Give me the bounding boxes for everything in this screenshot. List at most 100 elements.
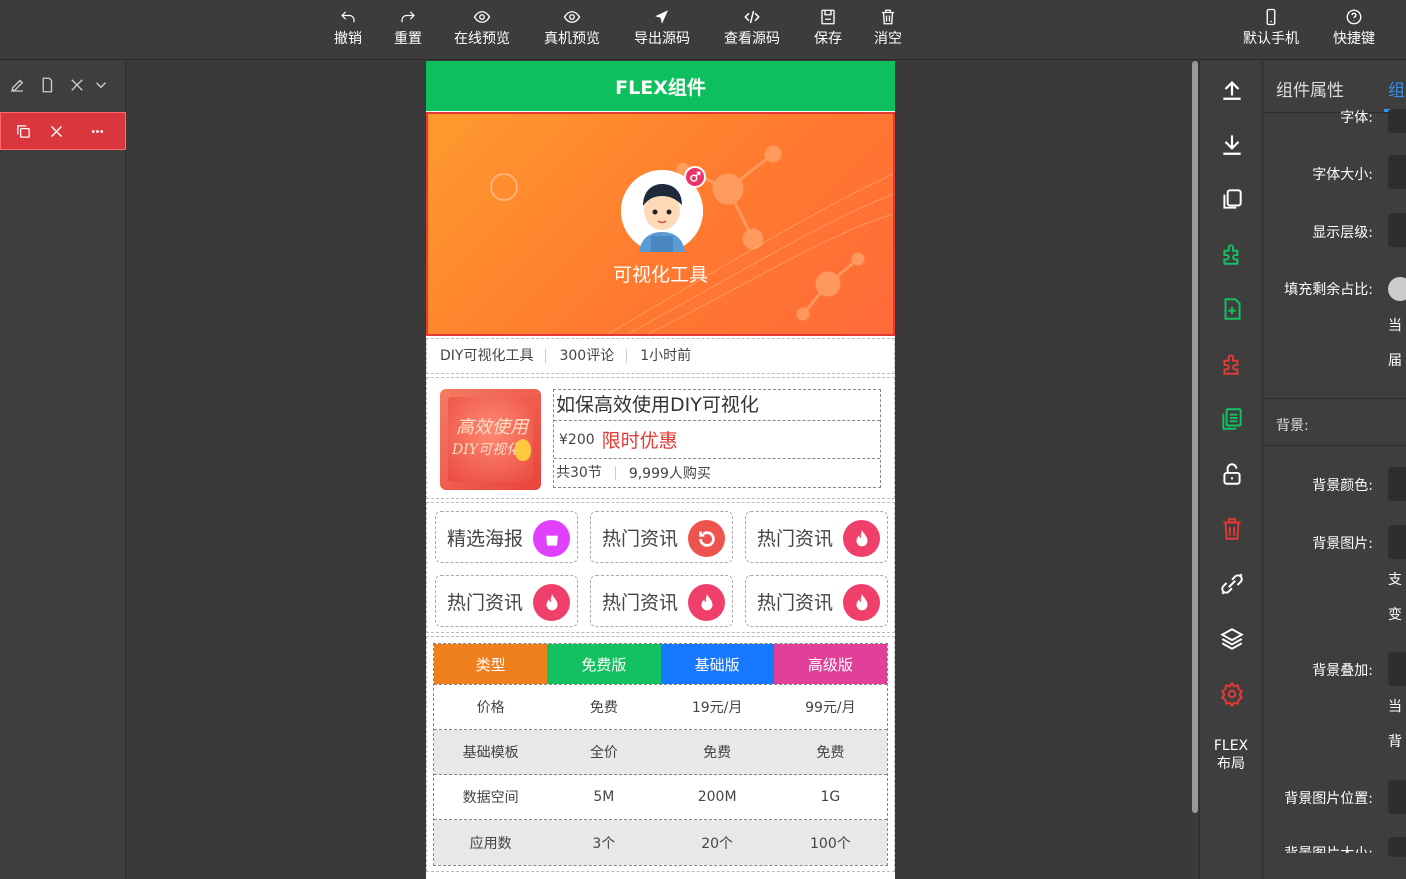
close-icon[interactable] (68, 76, 86, 94)
chevron-down-icon[interactable] (92, 76, 110, 94)
plugin-add-icon[interactable] (1219, 241, 1245, 267)
bg-position-input[interactable] (1388, 780, 1406, 814)
flex-layout-button[interactable]: FLEX 布局 (1200, 737, 1262, 773)
course-price-row: ¥200 限时优惠 (554, 421, 880, 459)
link-icon[interactable] (1219, 571, 1245, 597)
phone-icon (1266, 8, 1276, 26)
grid-item[interactable]: 热门资讯 (590, 575, 733, 627)
course-stats: 共30节 9,999人购买 (554, 459, 880, 487)
page-icon[interactable] (38, 76, 56, 94)
pricing-cell: 20个 (701, 835, 734, 852)
save-button[interactable]: 保存 (814, 8, 842, 52)
online-preview-button[interactable]: 在线预览 (454, 8, 510, 52)
grid-item-label: 热门资讯 (602, 527, 679, 550)
settings-icon[interactable] (1219, 681, 1245, 708)
pricing-section: 类型 免费版 基础版 高级版 价格 免费 19元/月 99元/月 基础模板 全价 免费 免费 数据空间 5… (426, 636, 895, 872)
online-preview-label: 在线预览 (454, 31, 510, 47)
clear-button[interactable]: 消空 (874, 8, 902, 52)
eye-icon (563, 11, 581, 23)
grid-item-label: 热门资讯 (757, 527, 834, 550)
close-icon[interactable] (48, 123, 65, 140)
z-index-input[interactable] (1388, 213, 1406, 247)
pricing-cell: 基础模板 (462, 745, 519, 761)
bg-overlay-input[interactable] (1388, 652, 1406, 686)
code-icon (744, 10, 760, 24)
grid-item[interactable]: 热门资讯 (745, 511, 888, 563)
tab-component-props[interactable]: 组件属性 (1276, 76, 1344, 101)
default-phone-label: 默认手机 (1243, 31, 1299, 47)
bg-color-input[interactable] (1388, 467, 1406, 501)
course-title[interactable]: 如保高效使用DIY可视化 (554, 390, 880, 421)
shortcuts-button[interactable]: 快捷键 (1333, 8, 1375, 52)
redo-icon (401, 11, 415, 23)
pricing-header-row: 类型 免费版 基础版 高级版 (434, 644, 887, 685)
edit-icon[interactable] (8, 76, 26, 94)
pricing-cell: 应用数 (469, 835, 512, 852)
fire-icon (533, 584, 570, 621)
device-preview-button[interactable]: 真机预览 (544, 8, 600, 52)
page-title[interactable]: FLEX组件 (426, 61, 895, 111)
font-size-label: 字体大小: (1312, 167, 1373, 183)
grid-item-label: 热门资讯 (447, 591, 524, 614)
grid-item-label: 热门资讯 (757, 591, 834, 614)
left-panel (0, 61, 126, 879)
meta-row[interactable]: DIY可视化工具 300评论 1小时前 (426, 338, 895, 374)
layers-icon[interactable] (1219, 626, 1245, 652)
meta-time: 1小时前 (640, 348, 692, 364)
font-size-input[interactable] (1388, 155, 1406, 189)
pricing-table[interactable]: 类型 免费版 基础版 高级版 价格 免费 19元/月 99元/月 基础模板 全价 免费 免费 数据空间 5… (433, 643, 888, 866)
delete-icon[interactable] (1219, 516, 1245, 542)
course-card[interactable]: 高效使用 DIY可视化 如保高效使用DIY可视化 ¥200 限时优惠 共30节 … (426, 377, 895, 499)
tab-other[interactable]: 组 (1388, 76, 1405, 101)
export-source-button[interactable]: 导出源码 (634, 8, 690, 52)
selected-page-tab[interactable] (0, 112, 126, 150)
canvas-scrollbar[interactable] (1192, 61, 1198, 813)
grid-item-label: 精选海报 (447, 527, 524, 550)
unlock-icon[interactable] (1219, 461, 1245, 487)
plugin-remove-icon[interactable] (1219, 351, 1245, 377)
fire-icon (688, 584, 725, 621)
course-price: ¥200 (559, 431, 595, 448)
send-icon (655, 10, 668, 24)
bg-image-label: 背景图片: (1312, 536, 1373, 552)
pricing-cell: 19元/月 (691, 700, 743, 716)
font-input[interactable] (1388, 109, 1406, 133)
add-file-icon[interactable] (1219, 296, 1245, 322)
redo-button[interactable]: 重置 (394, 8, 422, 52)
course-info: 如保高效使用DIY可视化 ¥200 限时优惠 共30节 9,999人购买 (553, 389, 881, 488)
hero-name: 可视化工具 (612, 264, 708, 286)
save-icon (821, 9, 835, 25)
list-copy-icon[interactable] (1219, 406, 1245, 432)
view-source-label: 查看源码 (724, 31, 780, 47)
grid-item-label: 热门资讯 (602, 591, 679, 614)
flex-label: FLEX (1213, 738, 1249, 754)
fill-ratio-toggle[interactable] (1388, 277, 1406, 301)
fill-ratio-label: 填充剩余占比: (1284, 282, 1373, 298)
default-phone-button[interactable]: 默认手机 (1243, 8, 1299, 52)
fire-icon (843, 584, 880, 621)
grid-item[interactable]: 热门资讯 (435, 575, 578, 627)
pricing-cell: 3个 (592, 835, 616, 852)
view-source-button[interactable]: 查看源码 (724, 8, 780, 52)
nav-grid: 精选海报 热门资讯 热门资讯 热门资讯 热门资讯 热门资讯 (426, 502, 895, 633)
pricing-cell: 全价 (589, 745, 618, 761)
copy-icon[interactable] (1219, 186, 1245, 212)
more-icon[interactable] (89, 123, 106, 140)
move-down-icon[interactable] (1219, 131, 1245, 157)
grid-item[interactable]: 热门资讯 (745, 575, 888, 627)
bg-overlay-note-2: 背 (1388, 734, 1402, 750)
bg-size-input[interactable] (1388, 837, 1406, 857)
grid-item[interactable]: 精选海报 (435, 511, 578, 563)
bg-color-label: 背景颜色: (1312, 478, 1373, 494)
bg-image-input[interactable] (1388, 525, 1406, 559)
background-section-header[interactable]: 背景: (1264, 398, 1406, 446)
thumb-text-1: 高效使用 (456, 417, 528, 438)
hero-banner[interactable]: 可视化工具 (426, 112, 895, 336)
pricing-row: 应用数 3个 20个 100个 (434, 820, 887, 865)
grid-item[interactable]: 热门资讯 (590, 511, 733, 563)
copy-icon[interactable] (15, 123, 32, 140)
undo-button[interactable]: 撤销 (334, 8, 362, 52)
top-toolbar: 撤销 重置 在线预览 真机预览 导出源码 查看源码 保存 消空 默认手机 快捷键 (0, 0, 1406, 60)
course-thumbnail[interactable]: 高效使用 DIY可视化 (440, 389, 541, 490)
move-up-icon[interactable] (1219, 76, 1245, 102)
